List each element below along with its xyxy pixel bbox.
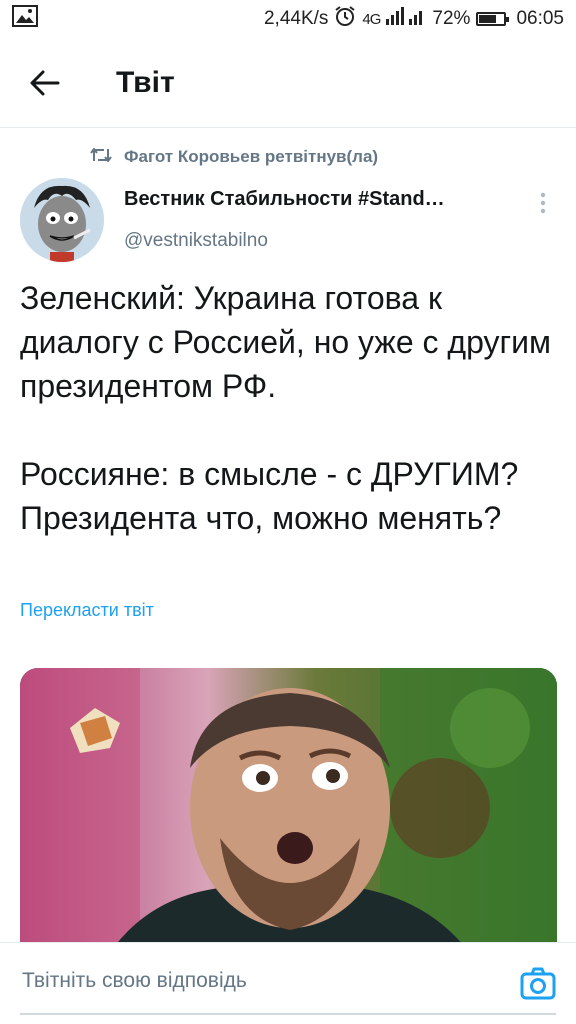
reply-underline bbox=[20, 1013, 556, 1015]
status-bar: 2,44K/s 4G 72% 06:05 bbox=[0, 0, 576, 38]
retweet-label: Фагот Коровьев ретвітнув(ла) bbox=[124, 147, 379, 166]
arrow-left-icon bbox=[30, 70, 60, 95]
retweet-icon bbox=[90, 146, 112, 169]
network-type: 4G bbox=[362, 10, 381, 28]
author-name[interactable]: Вестник Стабильности #Stand… bbox=[124, 188, 504, 211]
clock: 06:05 bbox=[516, 8, 564, 29]
tweet-detail-screen: 2,44K/s 4G 72% 06:05 Твіт Фагот Коровьев… bbox=[0, 0, 576, 1024]
page-title: Твіт bbox=[116, 65, 175, 99]
battery-icon bbox=[476, 12, 510, 26]
alarm-icon bbox=[334, 5, 356, 33]
signal-icon bbox=[386, 7, 426, 31]
reply-input[interactable] bbox=[22, 969, 492, 993]
avatar[interactable] bbox=[20, 178, 104, 262]
more-vertical-icon bbox=[540, 192, 546, 214]
network-speed: 2,44K/s bbox=[263, 8, 329, 29]
retweet-context[interactable]: Фагот Коровьев ретвітнув(ла) bbox=[90, 142, 378, 172]
gallery-icon bbox=[12, 5, 38, 33]
camera-icon bbox=[520, 967, 556, 1000]
more-options-button[interactable] bbox=[528, 188, 558, 218]
battery-percent: 72% bbox=[432, 8, 471, 29]
tweet-media-image[interactable] bbox=[20, 668, 557, 968]
author-handle[interactable]: @vestnikstabilno bbox=[124, 230, 268, 252]
reply-bar bbox=[0, 942, 576, 1024]
translate-tweet-link[interactable]: Перекласти твіт bbox=[20, 600, 154, 621]
top-app-bar: Твіт bbox=[0, 38, 576, 128]
back-button[interactable] bbox=[18, 56, 72, 110]
tweet-text: Зеленский: Украина готова к диалогу с Ро… bbox=[20, 280, 552, 536]
camera-button[interactable] bbox=[518, 965, 558, 1005]
